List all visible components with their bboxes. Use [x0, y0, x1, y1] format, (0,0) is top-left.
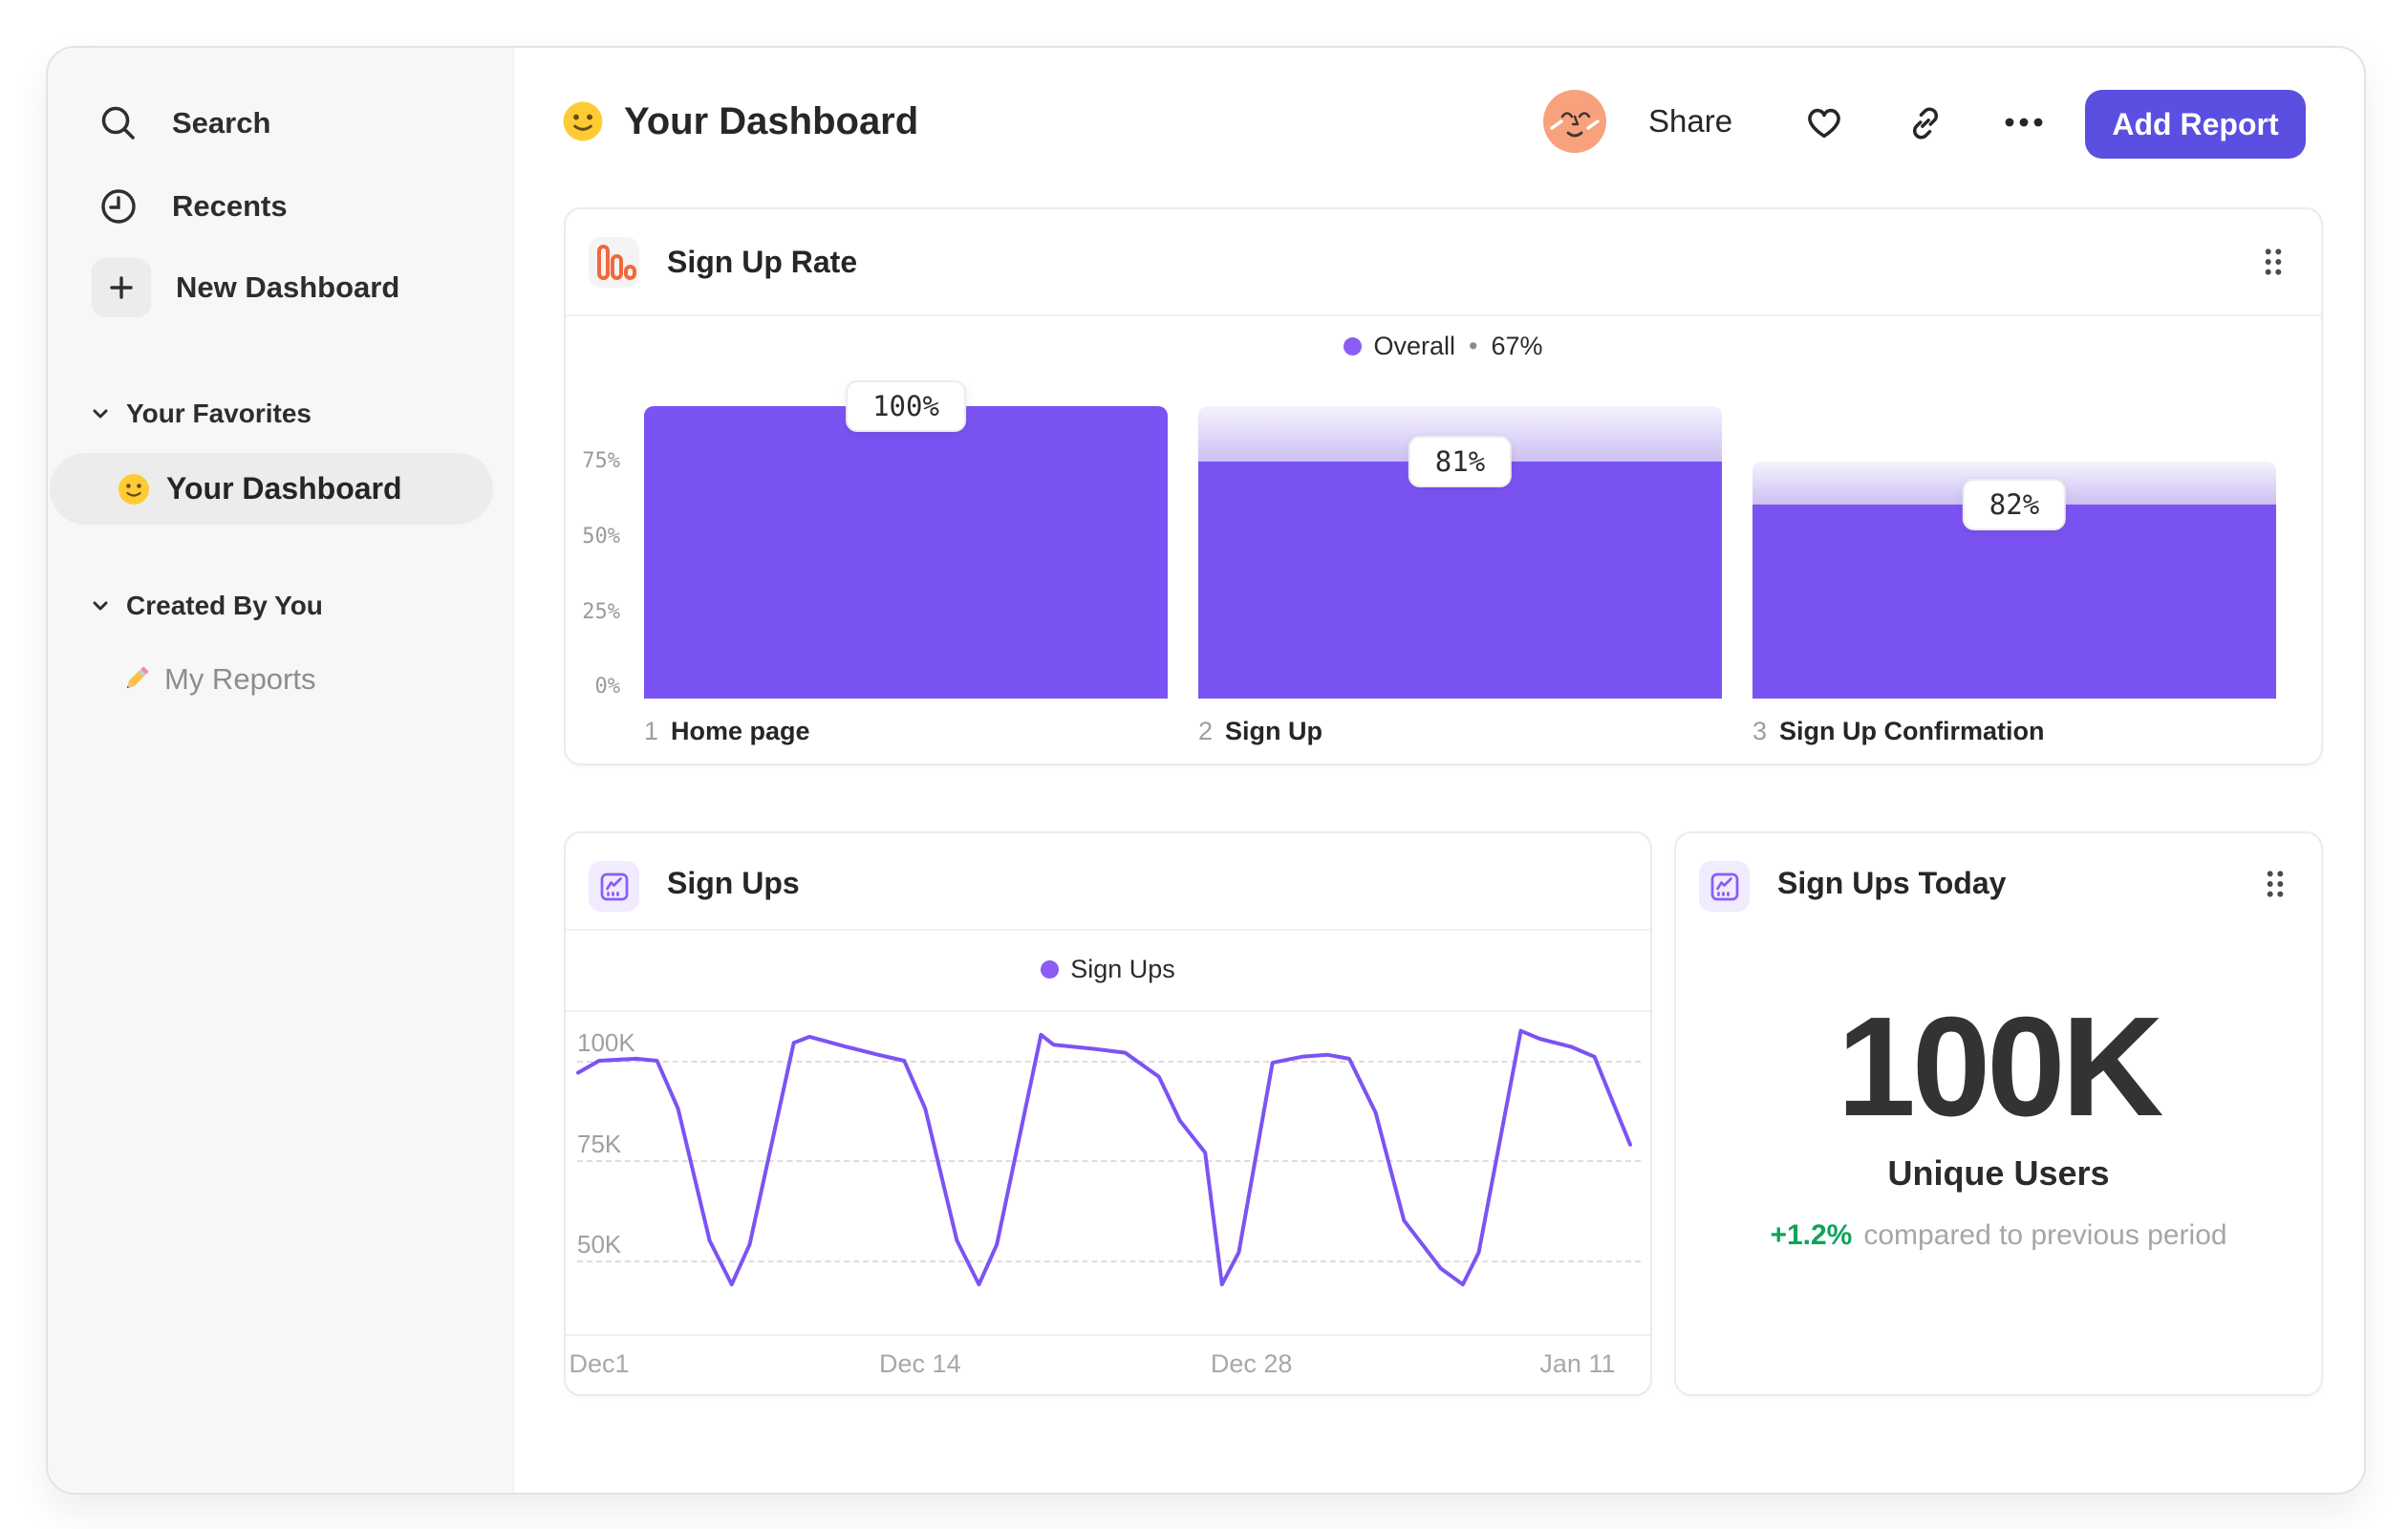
kpi-delta: +1.2% [1770, 1219, 1853, 1251]
funnel-step-number: 1 [644, 716, 659, 745]
card-title: Sign Ups Today [1777, 866, 2007, 900]
clock-icon [97, 185, 140, 227]
funnel-tooltip: 81% [1408, 436, 1513, 488]
plus-icon [92, 258, 151, 317]
funnel-icon [589, 237, 639, 288]
funnel-step-label: 2 Sign Up [1198, 717, 1322, 745]
section-title: Your Favorites [126, 398, 312, 428]
sidebar-item-label: My Reports [164, 662, 316, 696]
sidebar-item-my-reports[interactable]: My Reports [48, 649, 315, 710]
funnel-ytick: 0% [594, 675, 621, 699]
avatar[interactable] [1543, 90, 1606, 153]
card-title: Sign Ups [667, 866, 800, 900]
sidebar-item-search[interactable]: Search [48, 92, 498, 155]
x-tick: Dec 28 [1210, 1349, 1293, 1378]
funnel-step-name: Home page [671, 716, 810, 745]
chevron-down-icon [90, 404, 111, 423]
y-tick: 75K [577, 1130, 622, 1158]
sidebar-item-label: Your Dashboard [166, 471, 402, 506]
funnel-step-label: 3 Sign Up Confirmation [1752, 717, 2045, 745]
funnel-step-label: 1 Home page [644, 717, 810, 745]
x-tick: Jan 11 [1539, 1349, 1616, 1378]
line-chart-icon [589, 861, 639, 912]
funnel-column: 100% [644, 209, 1168, 764]
funnel-ytick: 75% [582, 449, 620, 473]
funnel-step-number: 3 [1752, 716, 1768, 745]
y-tick: 50K [577, 1230, 622, 1259]
divider [566, 1010, 1650, 1012]
legend-label: Sign Ups [1070, 954, 1175, 983]
sidebar-item-new-dashboard[interactable]: New Dashboard [48, 256, 498, 319]
line-series-path [576, 1028, 1632, 1287]
add-report-button[interactable]: Add Report [2085, 90, 2306, 159]
card-sign-ups-today: Sign Ups Today 100K Unique Users +1.2% c… [1674, 831, 2323, 1396]
section-title: Created By You [126, 591, 323, 620]
funnel-step-name: Sign Up [1225, 716, 1323, 745]
funnel-bar [1198, 462, 1722, 699]
search-icon [97, 102, 140, 144]
sidebar: Search Recents New Dashboard Your Favori… [48, 48, 514, 1493]
x-tick: Dec1 [569, 1349, 630, 1378]
smiley-emoji [561, 99, 605, 143]
chevron-down-icon [90, 596, 111, 615]
gridline [577, 1061, 1641, 1063]
kpi-value: 100K [1837, 988, 2164, 1146]
x-tick: Dec 14 [879, 1349, 961, 1378]
funnel-column: 81% [1198, 209, 1722, 764]
x-axis-line [566, 1334, 1650, 1336]
funnel-tooltip: 100% [846, 380, 966, 432]
gridline [577, 1260, 1641, 1262]
sidebar-item-label: New Dashboard [176, 270, 400, 304]
page-title: Your Dashboard [561, 90, 918, 153]
funnel-column: 82% [1752, 209, 2276, 764]
funnel-step-name: Sign Up Confirmation [1779, 716, 2045, 745]
sidebar-section-created-by-you[interactable]: Created By You [48, 575, 498, 636]
link-icon [1905, 103, 1946, 143]
page-title-text: Your Dashboard [624, 99, 919, 142]
sidebar-item-label: Search [172, 106, 271, 140]
line-chart-icon [1699, 861, 1750, 912]
funnel-ytick: 25% [582, 600, 620, 624]
more-options-button[interactable] [2004, 117, 2044, 128]
app-window: Search Recents New Dashboard Your Favori… [46, 46, 2366, 1495]
gridline [577, 1160, 1641, 1162]
line-legend: Sign Ups [566, 949, 1650, 989]
funnel-bar [1752, 504, 2276, 699]
funnel-bar [644, 406, 1168, 699]
y-tick: 100K [577, 1028, 635, 1057]
drag-handle-icon[interactable] [2264, 868, 2287, 900]
smiley-emoji [117, 472, 151, 506]
pencil-emoji [118, 662, 153, 697]
kpi-delta-note: compared to previous period [1863, 1219, 2227, 1251]
sidebar-item-recents[interactable]: Recents [48, 175, 498, 238]
copy-link-button[interactable] [1905, 103, 1946, 143]
sidebar-item-your-dashboard[interactable]: Your Dashboard [50, 453, 493, 525]
ellipsis-icon [2004, 117, 2044, 128]
funnel-tooltip: 82% [1962, 478, 2067, 530]
app-screen: Search Recents New Dashboard Your Favori… [0, 0, 2408, 1529]
card-sign-up-rate: Sign Up Rate Overall • 67% 75% 50% 25% 0… [564, 207, 2323, 765]
favorite-heart-button[interactable] [1803, 101, 1845, 141]
card-sign-ups: Sign Ups Sign Ups 100K 75K 50K Dec1 Dec 1… [564, 831, 1652, 1396]
sidebar-section-your-favorites[interactable]: Your Favorites [48, 383, 498, 444]
legend-dot [1041, 959, 1060, 979]
kpi-subtitle: Unique Users [1887, 1153, 2110, 1193]
funnel-ytick: 50% [582, 525, 620, 549]
heart-icon [1803, 101, 1845, 141]
kpi-delta-row: +1.2% compared to previous period [1676, 1214, 2321, 1258]
share-button[interactable]: Share [1648, 90, 1732, 153]
funnel-step-number: 2 [1198, 716, 1214, 745]
sidebar-item-label: Recents [172, 189, 288, 223]
divider [566, 929, 1650, 931]
